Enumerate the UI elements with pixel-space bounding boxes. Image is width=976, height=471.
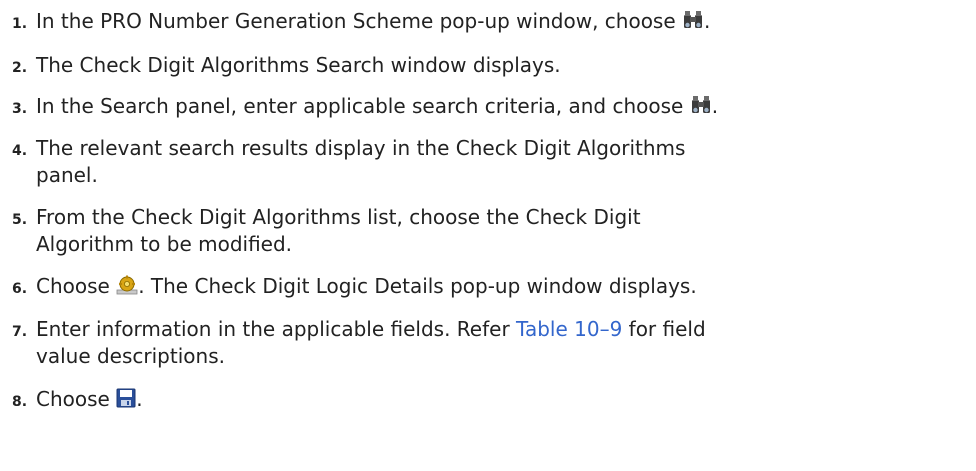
- step-text-end: .: [704, 9, 711, 33]
- gear-details-icon[interactable]: [116, 275, 138, 295]
- step-5: 5. From the Check Digit Algorithms list,…: [12, 204, 970, 258]
- step-text: The Check Digit Algorithms Search window…: [36, 53, 561, 77]
- step-text-line-2: Algorithm to be modified.: [36, 232, 293, 256]
- binoculars-icon[interactable]: [690, 95, 712, 115]
- step-text: In the Search panel, enter applicable se…: [36, 94, 690, 118]
- step-4: 4. The relevant search results display i…: [12, 135, 970, 189]
- step-number: 4.: [12, 143, 28, 159]
- step-text-end: . The Check Digit Logic Details pop-up w…: [138, 274, 697, 298]
- step-1: 1. In the PRO Number Generation Scheme p…: [12, 8, 970, 35]
- step-8: 8. Choose .: [12, 386, 970, 413]
- binoculars-icon[interactable]: [682, 10, 704, 30]
- procedure-steps: 1. In the PRO Number Generation Scheme p…: [0, 0, 976, 471]
- step-number: 1.: [12, 16, 28, 32]
- step-number: 7.: [12, 324, 28, 340]
- step-text-continued: for field: [622, 317, 706, 341]
- step-7: 7. Enter information in the applicable f…: [12, 316, 970, 370]
- step-text: In the PRO Number Generation Scheme pop-…: [36, 9, 683, 33]
- step-number: 3.: [12, 101, 28, 117]
- step-text: Choose: [36, 274, 117, 298]
- step-text-line-2: value descriptions.: [36, 344, 225, 368]
- save-icon[interactable]: [116, 388, 136, 408]
- step-number: 6.: [12, 281, 28, 297]
- step-text-line-1: The relevant search results display in t…: [36, 136, 686, 160]
- step-text: Enter information in the applicable fiel…: [36, 317, 517, 341]
- table-reference-link[interactable]: Table 10–9: [516, 317, 622, 341]
- step-6: 6. Choose . The Check Digit Logic Detail…: [12, 273, 970, 300]
- step-text-end: .: [711, 94, 719, 118]
- step-text-line-2: panel.: [36, 163, 98, 187]
- step-number: 2.: [12, 60, 28, 76]
- step-3: 3. In the Search panel, enter applicable…: [12, 93, 970, 120]
- step-number: 5.: [12, 212, 28, 228]
- step-text-line-1: From the Check Digit Algorithms list, ch…: [36, 205, 641, 229]
- step-2: 2. The Check Digit Algorithms Search win…: [12, 52, 970, 79]
- step-number: 8.: [12, 394, 28, 410]
- step-text: Choose: [36, 387, 117, 411]
- step-text-end: .: [136, 387, 143, 411]
